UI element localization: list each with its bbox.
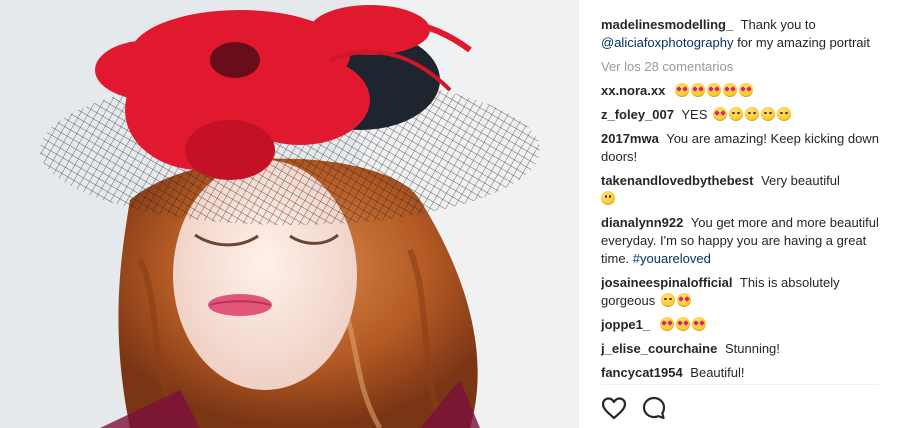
heart-eyes-emoji-icon	[690, 83, 705, 97]
post-actions-bar	[601, 394, 667, 422]
comment-username[interactable]: joppe1_	[601, 317, 650, 332]
heart-eyes-emoji-icon	[706, 83, 721, 97]
comment-username[interactable]: xx.nora.xx	[601, 83, 665, 98]
comment-row: dianalynn922 You get more and more beaut…	[601, 214, 881, 268]
post-caption: madelinesmodelling_ Thank you to @alicia…	[601, 16, 881, 52]
comment-username[interactable]: fancycat1954	[601, 365, 683, 380]
heart-outline-icon	[601, 397, 627, 420]
comment-text: Stunning!	[724, 341, 780, 356]
comment-row: j_elise_courchaine Stunning!	[601, 340, 881, 358]
caption-text-pre: Thank you to	[740, 17, 816, 32]
comments-list[interactable]: madelinesmodelling_ Thank you to @alicia…	[601, 16, 881, 384]
comment-username[interactable]: 2017mwa	[601, 131, 659, 146]
comment-text: YES	[681, 107, 708, 122]
heart-eyes-emoji-icon	[675, 317, 690, 331]
caption-text-post: for my amazing portrait	[737, 35, 871, 50]
comment-username[interactable]: dianalynn922	[601, 215, 683, 230]
comment-text: Very beautiful	[761, 173, 840, 188]
comment-bubble-icon	[642, 396, 666, 420]
hashtag-link[interactable]: #youareloved	[633, 251, 711, 266]
heart-eyes-emoji-icon	[738, 83, 753, 97]
comment-row: xx.nora.xx	[601, 82, 881, 100]
comment-row: z_foley_007 YES	[601, 106, 881, 124]
heart-eyes-emoji-icon	[659, 317, 674, 331]
heart-eyes-emoji-icon	[691, 317, 706, 331]
comment-username[interactable]: josaineespinalofficial	[601, 275, 733, 290]
caption-author[interactable]: madelinesmodelling_	[601, 17, 733, 32]
like-button[interactable]	[601, 395, 627, 421]
comments-panel: madelinesmodelling_ Thank you to @alicia…	[579, 0, 899, 428]
comment-row: josaineespinalofficial This is absolutel…	[601, 274, 881, 310]
view-all-comments-link[interactable]: Ver los 28 comentarios	[601, 58, 881, 76]
heart-eyes-emoji-icon	[674, 83, 689, 97]
comment-row: fancycat1954 Beautiful!	[601, 364, 881, 382]
post-photo[interactable]	[0, 0, 578, 428]
kiss-emoji-icon	[777, 107, 792, 121]
heart-eyes-emoji-icon	[713, 107, 728, 121]
comment-row: joppe1_	[601, 316, 881, 334]
comment-row: 2017mwa You are amazing! Keep kicking do…	[601, 130, 881, 166]
comment-username[interactable]: j_elise_courchaine	[601, 341, 717, 356]
kiss-emoji-icon	[660, 293, 675, 307]
heart-eyes-emoji-icon	[676, 293, 691, 307]
smile-emoji-icon	[601, 191, 615, 205]
comment-row: takenandlovedbythebest Very beautiful	[601, 172, 881, 208]
kiss-emoji-icon	[729, 107, 744, 121]
comment-username[interactable]: z_foley_007	[601, 107, 674, 122]
actions-separator	[601, 384, 879, 385]
heart-eyes-emoji-icon	[722, 83, 737, 97]
caption-mention-link[interactable]: @aliciafoxphotography	[601, 35, 733, 50]
kiss-emoji-icon	[761, 107, 776, 121]
instagram-post-view: madelinesmodelling_ Thank you to @alicia…	[0, 0, 899, 428]
comment-button[interactable]	[641, 395, 667, 421]
portrait-illustration	[0, 0, 578, 428]
comment-text: Beautiful!	[690, 365, 745, 380]
comment-username[interactable]: takenandlovedbythebest	[601, 173, 753, 188]
kiss-emoji-icon	[745, 107, 760, 121]
